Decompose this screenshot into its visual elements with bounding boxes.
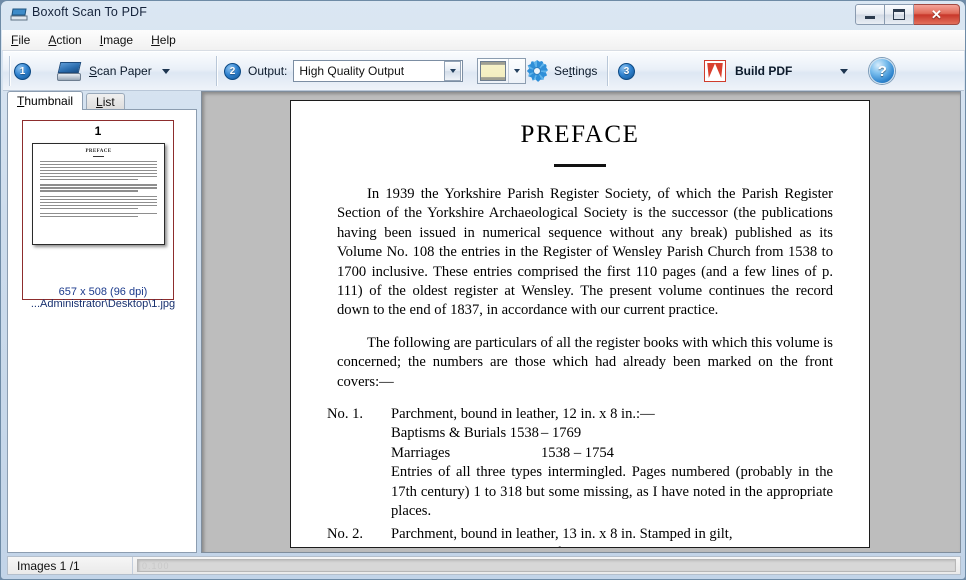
step-1-badge: 1 [14, 62, 31, 80]
scan-paper-label: Scan Paper [89, 64, 152, 78]
document-list-item: No. 2. Parchment, bound in leather, 13 i… [327, 525, 833, 548]
scanner-icon [10, 8, 28, 21]
output-dropdown-button[interactable] [444, 61, 462, 81]
thumbnail-metadata: 657 x 508 (96 dpi) ...Administrator\Desk… [14, 286, 192, 310]
thumbnail-mini-title: PREFACE [85, 149, 112, 154]
menu-bar: File Action Image Help [2, 30, 965, 51]
sidebar-tabs: Thumbnail List [7, 91, 125, 110]
status-progress-text: 0.100 [142, 560, 170, 571]
build-pdf-label: Build PDF [735, 64, 793, 78]
chevron-down-icon[interactable] [840, 68, 849, 74]
output-label: Output: [248, 64, 288, 78]
document-title: PREFACE [520, 121, 640, 148]
chevron-down-icon [449, 69, 456, 73]
thumbnail-preview-image: PREFACE [32, 143, 165, 245]
item-heading: Parchment, bound in leather, 13 in. x 8 … [391, 525, 733, 542]
title-bar: Boxoft Scan To PDF ✕ [1, 1, 965, 29]
chevron-down-icon[interactable] [161, 68, 170, 74]
toolbar: 1 Scan Paper 2 Output: High Quality Outp… [3, 51, 964, 91]
item-continuation: on a red leather inset on the front cove… [391, 544, 833, 547]
scan-paper-button[interactable]: Scan Paper [49, 55, 177, 87]
maximize-button[interactable] [885, 4, 914, 25]
tab-list-label: List [96, 95, 115, 109]
step-2-badge: 2 [224, 62, 241, 80]
menu-item-file[interactable]: File [2, 30, 39, 50]
document-paragraph: The following are particulars of all the… [337, 334, 833, 390]
item-row: Baptisms & Burials 1538 – 1769 [391, 424, 833, 443]
close-button[interactable]: ✕ [914, 4, 960, 25]
minimize-button[interactable] [855, 4, 885, 25]
sidebar: Thumbnail List 1 PREFACE 657 x 508 (96 d… [7, 91, 197, 553]
menu-item-action[interactable]: Action [39, 30, 90, 50]
close-icon: ✕ [931, 7, 942, 22]
item-row-value: 1538 – 1754 [541, 444, 614, 461]
item-row-value: – 1769 [541, 425, 582, 442]
build-pdf-button[interactable]: Build PDF [697, 55, 855, 87]
document-divider [554, 164, 606, 167]
settings-label: Settings [554, 64, 598, 78]
document-list-item: No. 1. Parchment, bound in leather, 12 i… [327, 405, 833, 521]
window-controls: ✕ [855, 4, 960, 25]
document-page: PREFACE In 1939 the Yorkshire Parish Reg… [290, 100, 870, 548]
output-quality-value: High Quality Output [299, 64, 405, 78]
item-number: No. 1. [327, 406, 364, 423]
thumbnail-item[interactable]: 1 PREFACE [22, 120, 174, 300]
settings-button[interactable]: Settings [519, 55, 604, 87]
item-continuation: Entries of all three types intermingled.… [391, 464, 833, 520]
pdf-icon [704, 60, 726, 82]
step-3-badge: 3 [618, 62, 635, 80]
item-heading: Parchment, bound in leather, 12 in. x 8 … [391, 406, 655, 423]
status-images-count: Images 1 /1 [8, 557, 133, 574]
output-quality-select[interactable]: High Quality Output [293, 60, 464, 82]
status-bar: Images 1 /1 0.100 [7, 556, 961, 575]
thumbnail-path: ...Administrator\Desktop\1.jpg [30, 298, 176, 310]
menu-item-help[interactable]: Help [142, 30, 185, 50]
tab-thumbnail-label: Thumbnail [17, 94, 74, 108]
item-row-key: Baptisms & Burials 1538 [391, 425, 539, 442]
gear-icon [526, 60, 548, 82]
item-row: Marriages 1538 – 1754 [391, 444, 833, 463]
window-title: Boxoft Scan To PDF [32, 5, 148, 19]
tab-list[interactable]: List [86, 93, 125, 110]
thumbnail-dimensions: 657 x 508 (96 dpi) [58, 286, 148, 298]
thumbnail-panel: 1 PREFACE 657 x 508 (96 dpi) ...Administ… [7, 109, 197, 553]
help-button[interactable]: ? [869, 58, 896, 84]
color-swatch-icon [480, 61, 507, 81]
scanner-icon [56, 61, 82, 81]
document-preview-area[interactable]: PREFACE In 1939 the Yorkshire Parish Reg… [201, 91, 961, 553]
status-progress-bar: 0.100 [137, 559, 956, 572]
item-row-key: Marriages [391, 444, 451, 461]
tab-thumbnail[interactable]: Thumbnail [7, 91, 84, 110]
thumbnail-page-number: 1 [94, 124, 102, 138]
menu-item-image[interactable]: Image [91, 30, 142, 50]
application-window: Boxoft Scan To PDF ✕ File Action Image H… [0, 0, 966, 580]
item-number: No. 2. [327, 525, 364, 542]
document-paragraph: In 1939 the Yorkshire Parish Register So… [337, 186, 833, 319]
